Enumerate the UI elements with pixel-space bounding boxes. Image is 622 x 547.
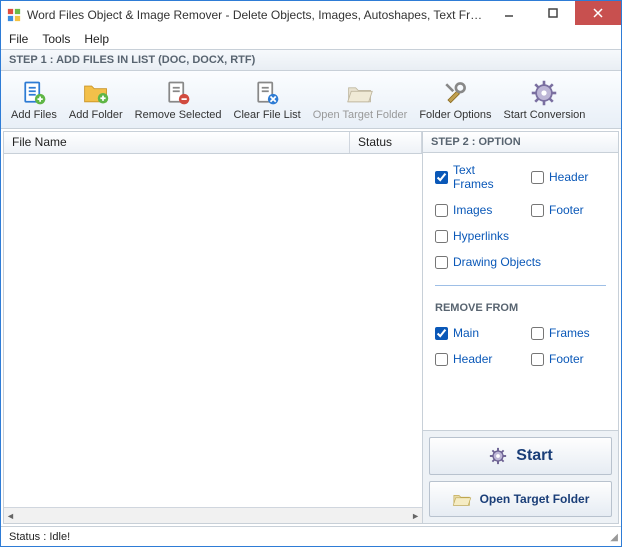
- folder-add-icon: [82, 79, 110, 107]
- chk-hyperlinks[interactable]: [435, 230, 448, 243]
- statusbar: Status : Idle!: [1, 526, 621, 546]
- scroll-left-icon[interactable]: ◄: [6, 511, 15, 521]
- chk-images[interactable]: [435, 204, 448, 217]
- file-list-header: File Name Status: [4, 132, 422, 154]
- add-files-button[interactable]: Add Files: [5, 71, 63, 128]
- chk-drawing-objects[interactable]: [435, 256, 448, 269]
- main-body: File Name Status ◄ ► STEP 2 : OPTION Tex…: [3, 131, 619, 524]
- add-folder-label: Add Folder: [69, 109, 123, 121]
- scroll-right-icon[interactable]: ►: [411, 511, 420, 521]
- folder-open-icon: [346, 79, 374, 107]
- start-conversion-button[interactable]: Start Conversion: [497, 71, 591, 128]
- titlebar: Word Files Object & Image Remover - Dele…: [1, 1, 621, 29]
- folder-open-icon: [452, 489, 472, 509]
- start-button[interactable]: Start: [429, 437, 612, 475]
- add-folder-button[interactable]: Add Folder: [63, 71, 129, 128]
- remove-selected-button[interactable]: Remove Selected: [129, 71, 228, 128]
- chk-frames[interactable]: [531, 327, 544, 340]
- resize-grip-icon[interactable]: ◢: [610, 532, 618, 543]
- window-title: Word Files Object & Image Remover - Dele…: [27, 8, 487, 22]
- maximize-button[interactable]: [531, 1, 575, 25]
- file-add-icon: [20, 79, 48, 107]
- opt-hyperlinks[interactable]: Hyperlinks: [435, 229, 515, 243]
- menubar: File Tools Help: [1, 29, 621, 49]
- toolbar: Add Files Add Folder Remove Selected Cle…: [1, 71, 621, 129]
- opt-drawing-objects[interactable]: Drawing Objects: [435, 255, 575, 269]
- file-remove-icon: [164, 79, 192, 107]
- file-list-rows[interactable]: [4, 154, 422, 507]
- menu-help[interactable]: Help: [84, 32, 109, 46]
- step1-header: STEP 1 : ADD FILES IN LIST (DOC, DOCX, R…: [1, 49, 621, 71]
- chk-header2[interactable]: [435, 353, 448, 366]
- horizontal-scrollbar[interactable]: ◄ ►: [4, 507, 422, 523]
- chk-footer[interactable]: [531, 204, 544, 217]
- status-text: Status : Idle!: [9, 531, 70, 543]
- col-status[interactable]: Status: [350, 132, 422, 153]
- rf-header[interactable]: Header: [435, 352, 515, 366]
- menu-tools[interactable]: Tools: [42, 32, 70, 46]
- opt-header[interactable]: Header: [531, 163, 611, 191]
- rf-main[interactable]: Main: [435, 326, 515, 340]
- rf-frames[interactable]: Frames: [531, 326, 611, 340]
- remove-selected-label: Remove Selected: [135, 109, 222, 121]
- clear-list-button[interactable]: Clear File List: [228, 71, 307, 128]
- folder-options-label: Folder Options: [419, 109, 491, 121]
- app-window: Word Files Object & Image Remover - Dele…: [0, 0, 622, 547]
- menu-file[interactable]: File: [9, 32, 28, 46]
- options-body: Text Frames Header Images Footer Hyperli…: [423, 153, 618, 430]
- step2-header: STEP 2 : OPTION: [423, 132, 618, 153]
- options-panel: STEP 2 : OPTION Text Frames Header Image…: [423, 132, 618, 523]
- tools-icon: [441, 79, 469, 107]
- open-target-label-big: Open Target Folder: [480, 492, 590, 506]
- gear-icon: [488, 446, 508, 466]
- opt-footer[interactable]: Footer: [531, 203, 611, 217]
- chk-header[interactable]: [531, 171, 544, 184]
- window-controls: [487, 1, 621, 29]
- col-filename[interactable]: File Name: [4, 132, 350, 153]
- chk-main[interactable]: [435, 327, 448, 340]
- file-clear-icon: [253, 79, 281, 107]
- open-target-folder-big-button[interactable]: Open Target Folder: [429, 481, 612, 517]
- chk-text-frames[interactable]: [435, 171, 448, 184]
- close-button[interactable]: [575, 1, 621, 25]
- remove-from-header: REMOVE FROM: [435, 302, 606, 314]
- file-list-panel: File Name Status ◄ ►: [4, 132, 423, 523]
- add-files-label: Add Files: [11, 109, 57, 121]
- start-label: Start: [516, 447, 552, 465]
- divider: [435, 285, 606, 286]
- app-icon: [7, 8, 21, 22]
- opt-text-frames[interactable]: Text Frames: [435, 163, 515, 191]
- gear-icon: [530, 79, 558, 107]
- opt-images[interactable]: Images: [435, 203, 515, 217]
- folder-options-button[interactable]: Folder Options: [413, 71, 497, 128]
- action-buttons: Start Open Target Folder: [423, 430, 618, 523]
- minimize-button[interactable]: [487, 1, 531, 25]
- open-target-folder-button[interactable]: Open Target Folder: [307, 71, 414, 128]
- rf-footer[interactable]: Footer: [531, 352, 611, 366]
- open-target-label: Open Target Folder: [313, 109, 408, 121]
- start-conversion-label: Start Conversion: [503, 109, 585, 121]
- clear-list-label: Clear File List: [234, 109, 301, 121]
- chk-footer2[interactable]: [531, 353, 544, 366]
